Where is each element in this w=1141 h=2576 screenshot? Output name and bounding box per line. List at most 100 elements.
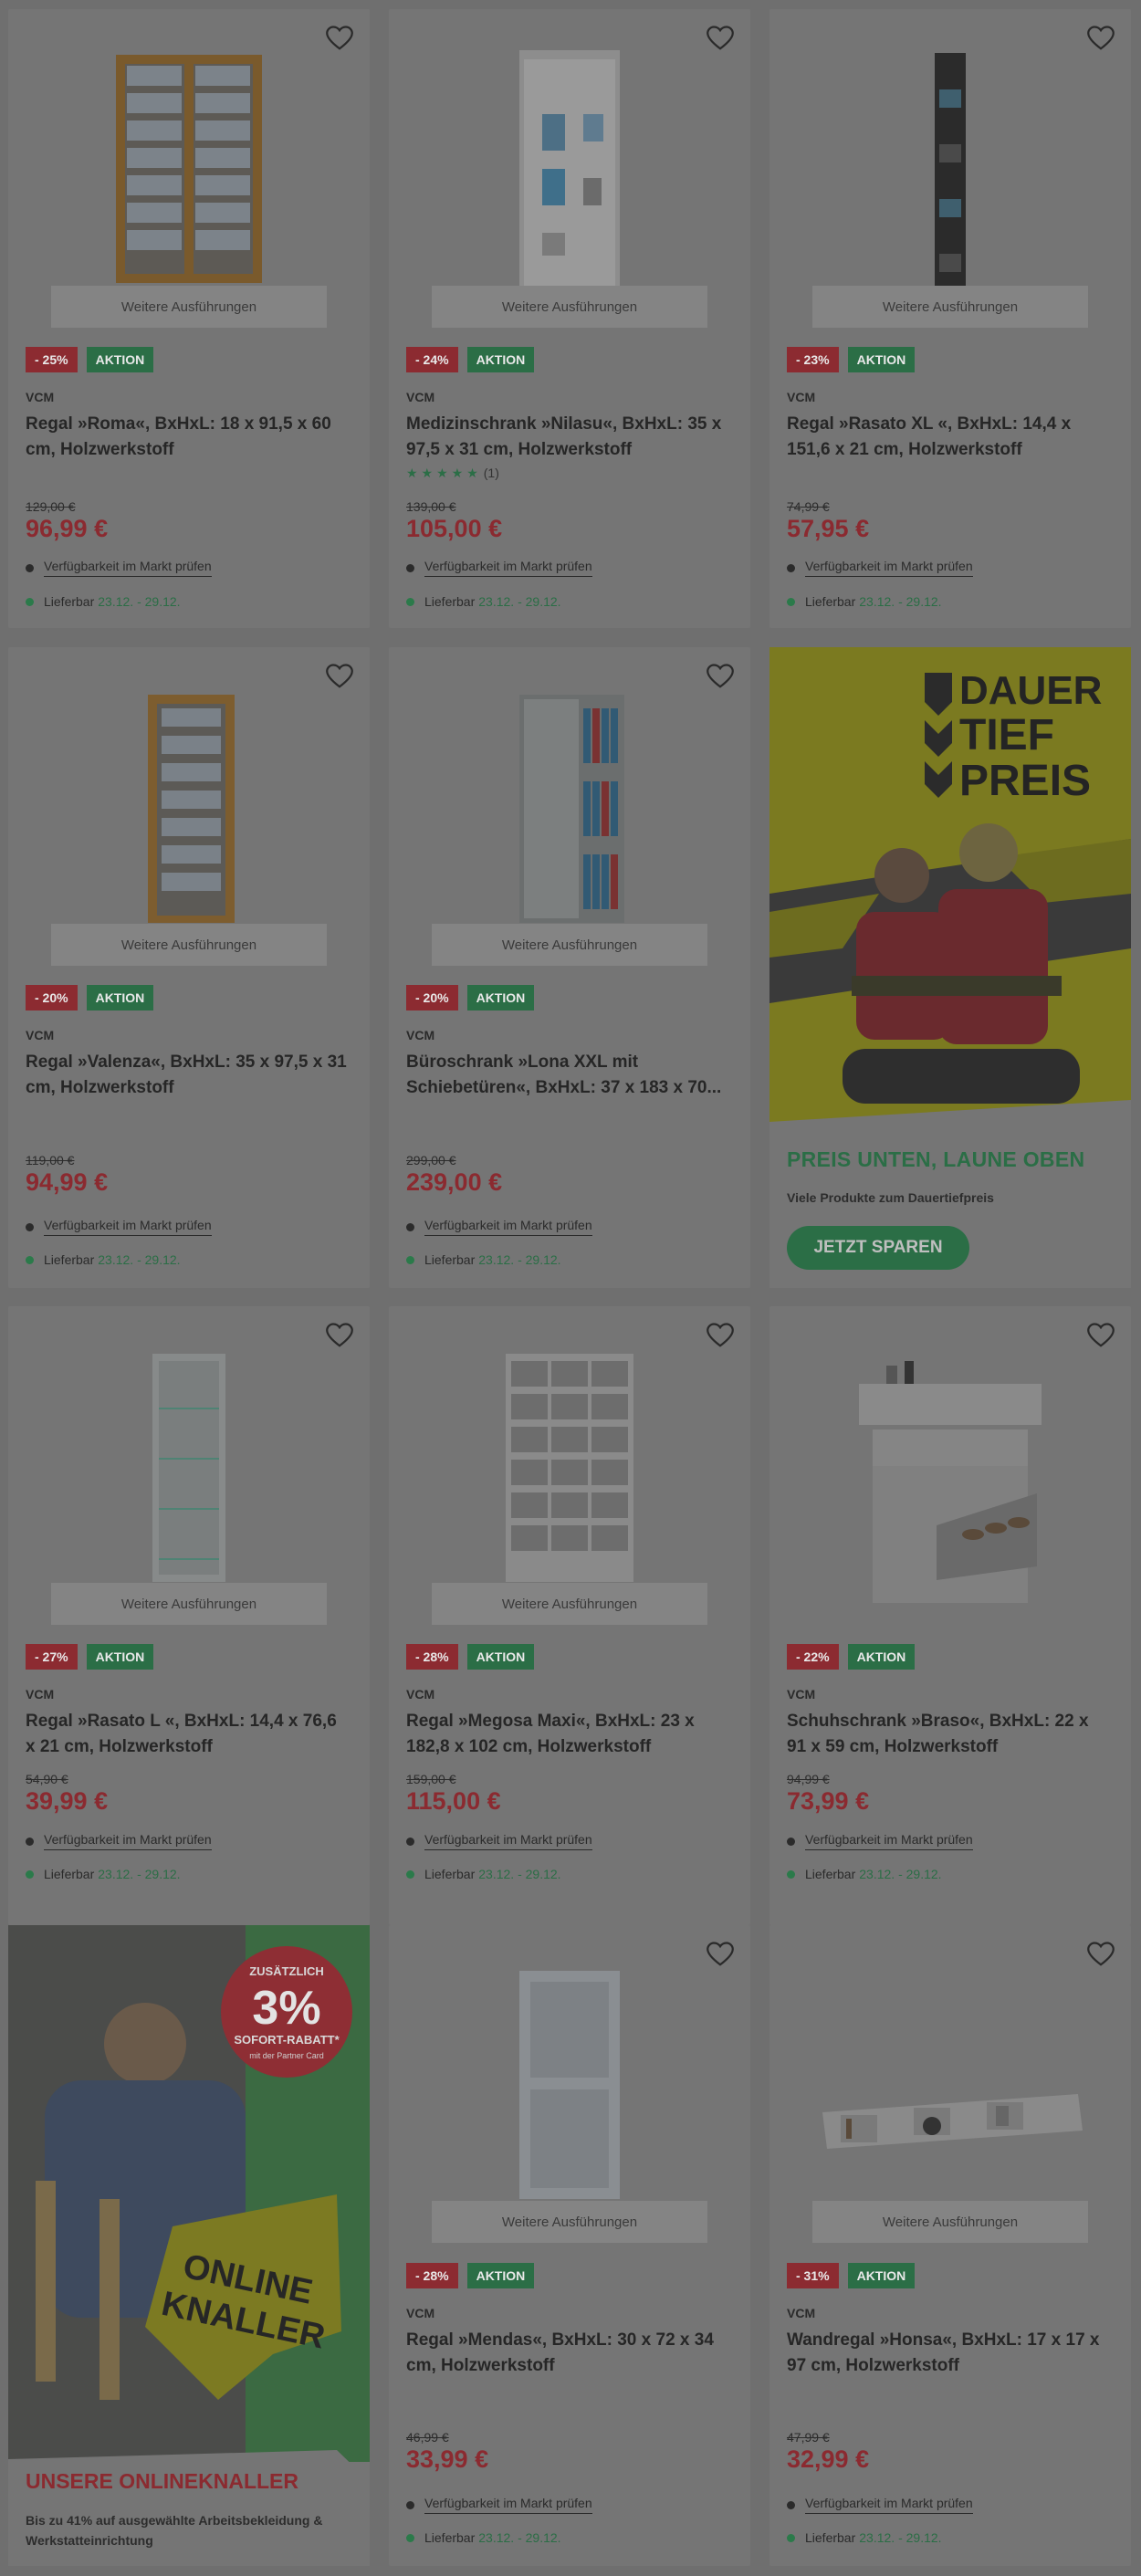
product-card[interactable]: Weitere Ausführungen - 20% AKTION VCM Re… <box>8 647 370 1288</box>
product-image[interactable] <box>389 50 750 319</box>
more-variants-button[interactable]: Weitere Ausführungen <box>432 1583 707 1625</box>
status-dot-icon <box>406 597 414 606</box>
status-dot-icon <box>406 2500 414 2509</box>
more-variants-button[interactable]: Weitere Ausführungen <box>51 286 327 328</box>
status-dot-icon <box>787 2533 795 2542</box>
heart-icon[interactable] <box>326 26 353 51</box>
product-title[interactable]: Regal »Roma«, BxHxL: 18 x 91,5 x 60 cm, … <box>26 412 350 463</box>
availability-row: Verfügbarkeit im Markt prüfen <box>26 1218 212 1236</box>
more-variants-button[interactable]: Weitere Ausführungen <box>432 924 707 966</box>
heart-icon[interactable] <box>707 26 734 51</box>
old-price: 74,99 € <box>787 499 830 514</box>
jetzt-sparen-button[interactable]: JETZT SPAREN <box>787 1226 969 1270</box>
badge-row: - 27% AKTION <box>26 1644 154 1670</box>
rating-stars[interactable]: ★★★★★ (1) <box>406 466 499 481</box>
product-title[interactable]: Regal »Megosa Maxi«, BxHxL: 23 x 182,8 x… <box>406 1709 730 1760</box>
brand-label: VCM <box>787 2306 816 2320</box>
product-card[interactable]: Weitere Ausführungen - 25% AKTION VCM Re… <box>8 9 370 628</box>
brand-label: VCM <box>406 390 435 404</box>
more-variants-button[interactable]: Weitere Ausführungen <box>51 924 327 966</box>
delivery-label: Lieferbar <box>424 594 476 609</box>
heart-icon[interactable] <box>1087 26 1115 51</box>
availability-row: Verfügbarkeit im Markt prüfen <box>406 1218 592 1236</box>
delivery-row: Lieferbar 23.12. - 29.12. <box>406 1867 561 1881</box>
more-variants-button[interactable]: Weitere Ausführungen <box>51 1583 327 1625</box>
product-title[interactable]: Regal »Mendas«, BxHxL: 30 x 72 x 34 cm, … <box>406 2328 730 2379</box>
delivery-label: Lieferbar <box>805 2530 856 2545</box>
old-price: 54,90 € <box>26 1772 68 1786</box>
availability-link[interactable]: Verfügbarkeit im Markt prüfen <box>805 559 973 577</box>
product-card[interactable]: Weitere Ausführungen - 23% AKTION VCM Re… <box>769 9 1131 628</box>
promo-hero-image[interactable]: DAUER TIEF PREIS <box>769 647 1131 1136</box>
current-price: 94,99 € <box>26 1168 109 1196</box>
product-card[interactable]: Weitere Ausführungen - 28% AKTION VCM Re… <box>389 1925 750 2566</box>
product-title[interactable]: Medizinschrank »Nilasu«, BxHxL: 35 x 97,… <box>406 412 730 463</box>
promo-dauertiefpreis[interactable]: DAUER TIEF PREIS PREIS UNTEN, LAUNE OBEN… <box>769 647 1131 1288</box>
heart-icon[interactable] <box>326 1323 353 1348</box>
product-title[interactable]: Wandregal »Honsa«, BxHxL: 17 x 17 x 97 c… <box>787 2328 1111 2379</box>
product-image[interactable] <box>769 2071 1131 2162</box>
availability-link[interactable]: Verfügbarkeit im Markt prüfen <box>44 1218 212 1236</box>
more-variants-button[interactable]: Weitere Ausführungen <box>812 286 1088 328</box>
product-card[interactable]: Weitere Ausführungen - 31% AKTION VCM Wa… <box>769 1925 1131 2566</box>
promo-onlineknaller[interactable]: ZUSÄTZLICH 3% SOFORT-RABATT* mit der Par… <box>8 1925 370 2566</box>
product-image[interactable] <box>8 695 370 923</box>
more-variants-button[interactable]: Weitere Ausführungen <box>812 2201 1088 2243</box>
availability-link[interactable]: Verfügbarkeit im Markt prüfen <box>44 1832 212 1850</box>
heart-icon[interactable] <box>326 664 353 689</box>
availability-row: Verfügbarkeit im Markt prüfen <box>406 1832 592 1850</box>
product-card[interactable]: Weitere Ausführungen - 20% AKTION VCM Bü… <box>389 647 750 1288</box>
status-dot-icon <box>406 1255 414 1264</box>
promo-hero-image[interactable]: ZUSÄTZLICH 3% SOFORT-RABATT* mit der Par… <box>8 1925 370 2482</box>
availability-link[interactable]: Verfügbarkeit im Markt prüfen <box>44 559 212 577</box>
availability-link[interactable]: Verfügbarkeit im Markt prüfen <box>424 559 592 577</box>
promo-logo-line2: TIEF <box>959 711 1054 759</box>
delivery-row: Lieferbar 23.12. - 29.12. <box>787 594 942 609</box>
heart-icon[interactable] <box>707 664 734 689</box>
availability-link[interactable]: Verfügbarkeit im Markt prüfen <box>424 1218 592 1236</box>
delivery-row: Lieferbar 23.12. - 29.12. <box>26 1252 181 1267</box>
product-title[interactable]: Regal »Rasato L «, BxHxL: 14,4 x 76,6 x … <box>26 1709 350 1760</box>
product-image[interactable] <box>769 1347 1131 1612</box>
more-variants-button[interactable]: Weitere Ausführungen <box>432 286 707 328</box>
discount-badge: - 20% <box>26 985 78 1011</box>
heart-icon[interactable] <box>707 1323 734 1348</box>
brand-label: VCM <box>406 1687 435 1702</box>
product-title[interactable]: Schuhschrank »Braso«, BxHxL: 22 x 91 x 5… <box>787 1709 1111 1760</box>
rating-count: (1) <box>483 466 499 480</box>
heart-icon[interactable] <box>707 1942 734 1967</box>
product-image[interactable] <box>769 53 1131 292</box>
status-dot-icon <box>26 563 34 572</box>
product-title[interactable]: Regal »Valenza«, BxHxL: 35 x 97,5 x 31 c… <box>26 1050 350 1101</box>
status-dot-icon <box>406 1837 414 1846</box>
delivery-row: Lieferbar 23.12. - 29.12. <box>787 2530 942 2545</box>
availability-link[interactable]: Verfügbarkeit im Markt prüfen <box>424 1832 592 1850</box>
product-card[interactable]: Weitere Ausführungen - 24% AKTION VCM Me… <box>389 9 750 628</box>
product-card[interactable]: Weitere Ausführungen - 28% AKTION VCM Re… <box>389 1306 750 1925</box>
more-variants-button[interactable]: Weitere Ausführungen <box>432 2201 707 2243</box>
current-price: 57,95 € <box>787 515 870 542</box>
delivery-label: Lieferbar <box>44 594 95 609</box>
product-image[interactable] <box>389 1971 750 2199</box>
availability-link[interactable]: Verfügbarkeit im Markt prüfen <box>805 2496 973 2514</box>
availability-link[interactable]: Verfügbarkeit im Markt prüfen <box>805 1832 973 1850</box>
heart-icon[interactable] <box>1087 1942 1115 1967</box>
badge-row: - 24% AKTION <box>406 347 535 372</box>
product-image[interactable] <box>389 695 750 923</box>
product-card[interactable]: - 22% AKTION VCM Schuhschrank »Braso«, B… <box>769 1306 1131 1925</box>
brand-label: VCM <box>26 390 55 404</box>
availability-link[interactable]: Verfügbarkeit im Markt prüfen <box>424 2496 592 2514</box>
product-title[interactable]: Büroschrank »Lona XXL mit Schiebetüren«,… <box>406 1050 730 1101</box>
status-dot-icon <box>26 1255 34 1264</box>
badge-row: - 23% AKTION <box>787 347 916 372</box>
delivery-row: Lieferbar 23.12. - 29.12. <box>26 1867 181 1881</box>
product-image[interactable] <box>8 55 370 283</box>
heart-icon[interactable] <box>1087 1323 1115 1348</box>
product-image[interactable] <box>8 1354 370 1582</box>
delivery-label: Lieferbar <box>424 2530 476 2545</box>
product-image[interactable] <box>389 1354 750 1582</box>
status-dot-icon <box>406 563 414 572</box>
status-dot-icon <box>26 1837 34 1846</box>
product-card[interactable]: Weitere Ausführungen - 27% AKTION VCM Re… <box>8 1306 370 1925</box>
product-title[interactable]: Regal »Rasato XL «, BxHxL: 14,4 x 151,6 … <box>787 412 1111 463</box>
